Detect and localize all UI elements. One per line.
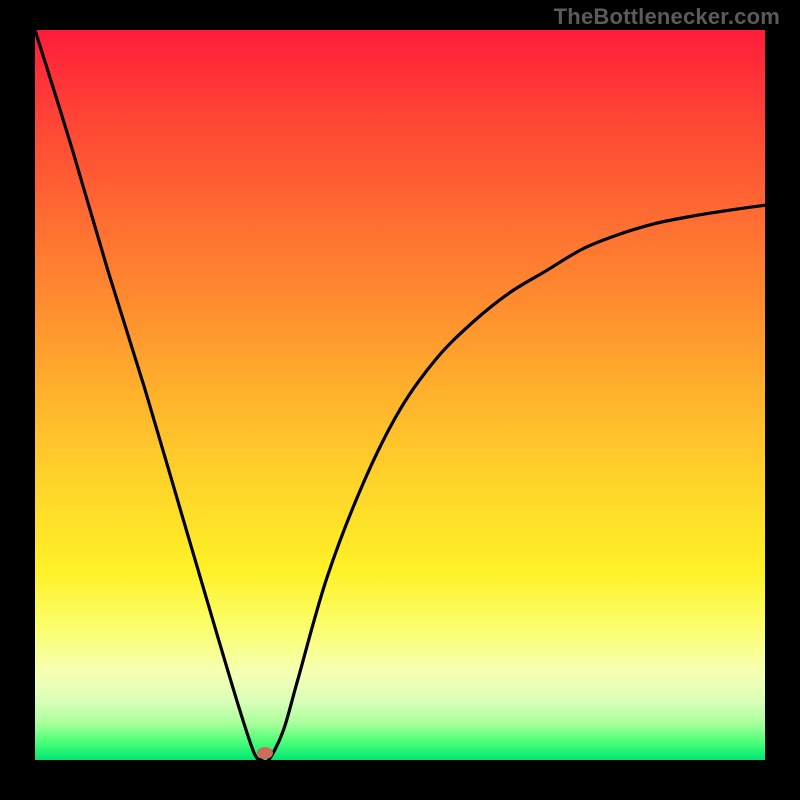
curve-path <box>35 30 765 760</box>
watermark-text: TheBottlenecker.com <box>554 4 780 30</box>
chart-frame: TheBottlenecker.com <box>0 0 800 800</box>
optimum-marker <box>257 747 273 759</box>
plot-area <box>35 30 765 760</box>
bottleneck-curve <box>35 30 765 760</box>
